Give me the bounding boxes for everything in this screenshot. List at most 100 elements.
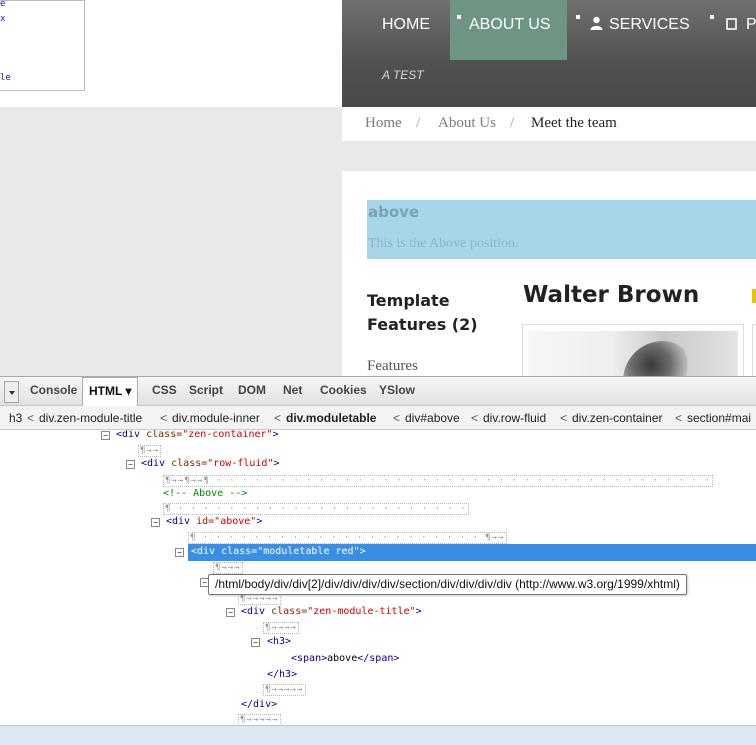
attr-value: "row-fluid" [207,458,274,469]
nav-item-label: SERVICES [609,16,690,33]
page-background-gray [0,107,342,377]
nav-item-home[interactable]: HOME [382,0,430,60]
tab-net[interactable]: Net [283,383,302,397]
whitespace-text: ¶ · · · · · · · · · · · · · · · · · · · … [163,503,469,515]
sidebar-module-title: Template Features (2) [367,289,507,337]
checkbox-icon [726,18,737,30]
popup-text-1: e [0,0,6,9]
whitespace-text: ¶→→→→→ [263,684,306,696]
tag-name: <div [141,458,172,469]
attr-name: class= [171,458,208,469]
collapse-icon[interactable]: − [151,518,160,527]
popup-text-3: le [0,73,11,83]
content-card: above This is the Above position. Templa… [342,171,756,391]
tag-name: <h3> [267,636,292,647]
selected-tree-node[interactable]: <div class="moduletable red"> [188,544,756,561]
path-crumb[interactable]: div.zen-container [572,411,663,425]
html-tree-panel: − <div class="zen-container"> ¶→→ − <div… [0,430,756,725]
nav-bullet-icon [457,15,461,19]
nav-item-about-us[interactable]: ABOUT US [450,0,567,60]
element-path-breadcrumb: h3 < div.zen-module-title < div.module-i… [0,406,756,430]
attr-name: class= [146,430,183,440]
above-module-text: This is the Above position. [368,236,519,251]
breadcrumb: Home / About Us / Meet the team [342,107,756,141]
nav-item-p[interactable]: P [726,0,756,60]
tab-cookies[interactable]: Cookies [320,383,367,397]
nav-item-label: ABOUT US [469,16,551,33]
attr-value: "zen-module-title" [307,606,416,617]
tab-html[interactable]: HTML ▾ [82,377,139,407]
breadcrumb-separator: / [416,115,421,131]
tab-css[interactable]: CSS [152,383,177,397]
path-separator: < [471,411,479,425]
whitespace-node: ¶→→→→→ [238,713,281,725]
tree-node[interactable]: <div id="above"> [166,515,262,529]
sidebar-title-line: Features (2) [367,315,478,334]
whitespace-node: ¶→→→ [213,561,243,575]
path-crumb[interactable]: div.row-fluid [483,411,546,425]
tag-name: <div [241,606,272,617]
whitespace-text: ¶→→ [138,445,162,457]
path-separator: < [274,411,282,425]
attr-value: "zen-container" [182,430,273,440]
whitespace-text: ¶→→¶→→¶ · · · · · · · · · · · · · · · · … [163,475,713,487]
tab-console[interactable]: Console [30,383,77,397]
chevron-down-icon [9,391,15,395]
text-node: above [327,653,358,664]
collapse-icon[interactable]: − [126,460,135,469]
nav-subtitle: A TEST [382,68,424,82]
collapse-icon[interactable]: − [226,608,235,617]
sidebar-link-features[interactable]: Features [367,358,418,375]
collapse-icon[interactable]: − [251,638,260,647]
tag-close: > [415,606,422,617]
sidebar-title-line: Template [367,291,450,310]
tag-name: <div [116,430,147,440]
tab-dom[interactable]: DOM [238,383,266,397]
collapse-icon[interactable]: − [175,548,184,557]
tree-node[interactable]: <span>above</span> [291,652,399,666]
tree-node[interactable]: <h3> [267,635,291,649]
photo-hair-shape [623,341,693,381]
whitespace-text: ¶→→→ [213,562,243,574]
path-crumb[interactable]: div.module-inner [172,411,260,425]
nav-bullet-icon [576,15,580,19]
path-crumb[interactable]: h3 [9,411,22,425]
breadcrumb-item-about-us[interactable]: About Us [438,115,496,132]
popup-fragment: e x le [0,0,85,91]
path-crumb[interactable]: div.zen-module-title [39,411,142,425]
tag-name: </div> [241,699,278,710]
tree-node[interactable]: </div> [241,698,277,712]
breadcrumb-item-home[interactable]: Home [365,115,402,132]
firebug-menu-button[interactable] [4,381,19,403]
xpath-tooltip: /html/body/div/div[2]/div/div/div/div/se… [208,574,687,595]
nav-item-services[interactable]: SERVICES [590,0,690,60]
whitespace-node: ¶→→→→ [263,621,300,635]
tree-node[interactable]: </h3> [267,668,297,682]
path-crumb-current[interactable]: div.moduletable [286,411,376,425]
team-member-photo-2 [752,324,756,384]
whitespace-node: ¶→→ [138,444,162,458]
path-separator: < [393,411,401,425]
tag-name: </h3> [267,669,298,680]
tab-yslow[interactable]: YSlow [379,383,415,397]
user-icon [590,16,603,30]
path-separator: < [27,411,35,425]
attr-value: "above" [214,516,257,527]
path-crumb[interactable]: section#mai [687,411,751,425]
whitespace-text: ¶→→→→ [263,622,300,634]
path-crumb[interactable]: div#above [405,411,460,425]
whitespace-text: ¶ · · · · · · · · · · · · · · · · · · · … [188,532,507,544]
tab-script[interactable]: Script [189,383,223,397]
tree-node[interactable]: <div class="zen-container"> [116,430,279,442]
whitespace-node: ¶ · · · · · · · · · · · · · · · · · · · … [188,531,507,545]
above-module: above This is the Above position. [367,200,756,259]
firebug-status-bar [0,725,756,745]
breadcrumb-separator: / [510,115,515,131]
tag-close: > [256,516,263,527]
nav-item-label: P [746,16,756,33]
tree-node[interactable]: <div class="row-fluid"> [141,457,280,471]
collapse-icon[interactable]: − [101,431,110,440]
tree-node[interactable]: <div class="zen-module-title"> [241,605,422,619]
tag-name: <div [166,516,197,527]
whitespace-node: ¶→→¶→→¶ · · · · · · · · · · · · · · · · … [163,474,713,488]
